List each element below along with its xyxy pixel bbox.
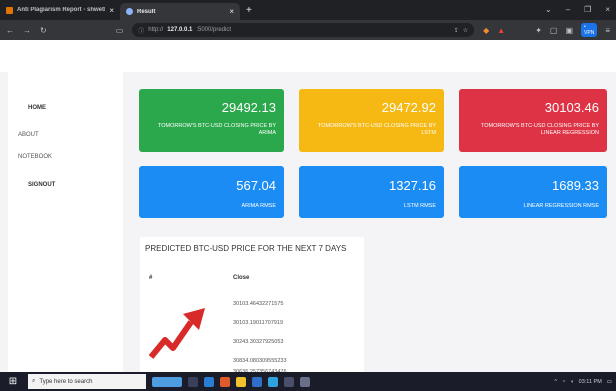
chevron-up-icon[interactable]: ^	[554, 379, 557, 385]
search-placeholder: Type here to search	[39, 378, 93, 385]
os-taskbar: ⊞ ⌕ Type here to search ^ ◔ ◖ 03:11 PM ▭	[0, 372, 616, 391]
clock[interactable]: 03:11 PM	[579, 379, 602, 385]
cortana-icon[interactable]	[152, 376, 182, 387]
menu-icon[interactable]: ≡	[605, 26, 610, 35]
card-caption: TOMORROW'S BTC-USD CLOSING PRICE BY ARIM…	[158, 123, 276, 136]
close-tab-icon[interactable]: ×	[109, 6, 114, 15]
volume-icon[interactable]: ◖	[570, 379, 573, 385]
app-icon[interactable]	[300, 376, 310, 387]
word-icon[interactable]	[204, 376, 214, 387]
linear-regression-rmse-card: 1689.33 LINEAR REGRESSION RMSE	[459, 166, 607, 218]
card-value: 567.04	[236, 178, 276, 193]
tab-favicon-icon	[6, 6, 13, 14]
card-caption: TOMORROW'S BTC-USD CLOSING PRICE BY LSTM	[318, 123, 436, 136]
lstm-price-card: 29472.92 TOMORROW'S BTC-USD CLOSING PRIC…	[299, 89, 444, 152]
rewards-icon[interactable]: ▲	[497, 26, 505, 35]
card-value: 1689.33	[552, 178, 599, 193]
lstm-rmse-card: 1327.16 LSTM RMSE	[299, 166, 444, 218]
edge-icon[interactable]	[268, 376, 278, 387]
vpn-button[interactable]: • VPN	[581, 23, 598, 37]
brave-shield-icon[interactable]: ◆	[483, 26, 489, 35]
column-header-index: #	[149, 275, 153, 281]
prediction-value: 30103.46432271575	[233, 301, 284, 307]
sidebar-icon[interactable]: ▢	[550, 26, 558, 35]
chevron-down-icon[interactable]: ⌄	[545, 5, 552, 14]
prediction-panel: PREDICTED BTC-USD PRICE FOR THE NEXT 7 D…	[140, 237, 364, 372]
back-icon[interactable]: ←	[6, 26, 14, 35]
card-value: 30103.46	[544, 100, 599, 115]
puzzle-icon[interactable]: ✦	[535, 26, 542, 35]
close-icon[interactable]: ×	[605, 5, 610, 14]
file-explorer-icon[interactable]	[236, 376, 246, 387]
url-path: :5000/predict	[196, 27, 232, 33]
share-icon[interactable]: ⇪	[454, 27, 459, 34]
card-caption: ARIMA RMSE	[241, 203, 276, 209]
sidebar-item-notebook[interactable]: NOTEBOOK	[18, 154, 52, 160]
page-header-blank	[0, 40, 616, 72]
wallet-icon[interactable]: ▣	[565, 26, 573, 35]
tab-favicon-icon	[126, 8, 133, 15]
tab-label: Result	[137, 8, 156, 15]
extensions-area: ◆ ▲ ✦ ▢ ▣ • VPN ≡	[483, 23, 610, 37]
tab-anti-plagiarism[interactable]: Anti Plagiarism Report - shwetharda ×	[0, 0, 120, 20]
prediction-value: 30243.30327925053	[233, 339, 284, 345]
reload-icon[interactable]: ↻	[40, 26, 47, 35]
store-icon[interactable]	[284, 376, 294, 387]
search-icon: ⌕	[32, 378, 36, 384]
column-header-close: Close	[233, 275, 250, 281]
taskbar-search[interactable]: ⌕ Type here to search	[28, 374, 146, 389]
prediction-value: 30103.19011707919	[233, 320, 284, 326]
brave-icon[interactable]	[220, 376, 230, 387]
url-prefix: http://	[148, 27, 164, 33]
chrome-icon[interactable]	[252, 376, 262, 387]
card-value: 29492.13	[221, 100, 276, 115]
dashboard: HOME ABOUT NOTEBOOK SIGNOUT 29492.13 TOM…	[0, 72, 616, 372]
card-value: 1327.16	[389, 178, 436, 193]
browser-tab-bar: Anti Plagiarism Report - shwetharda × Re…	[0, 0, 616, 20]
network-icon[interactable]: ◔	[562, 379, 565, 385]
forward-icon[interactable]: →	[23, 26, 31, 35]
info-icon: ⓘ	[138, 28, 145, 35]
arima-rmse-card: 567.04 ARIMA RMSE	[139, 166, 284, 218]
linear-regression-price-card: 30103.46 TOMORROW'S BTC-USD CLOSING PRIC…	[459, 89, 607, 152]
sidebar-item-signout[interactable]: SIGNOUT	[28, 182, 55, 188]
card-caption: LINEAR REGRESSION RMSE	[523, 203, 600, 209]
card-caption: LSTM RMSE	[403, 203, 436, 209]
bookmark-icon[interactable]: ▭	[116, 26, 124, 35]
window-controls: ⌄ – ❐ ×	[545, 5, 610, 14]
tab-result[interactable]: Result ×	[120, 3, 240, 20]
notification-icon[interactable]: ▭	[607, 379, 612, 385]
star-icon[interactable]: ☆	[463, 27, 468, 34]
close-tab-icon[interactable]: ×	[229, 7, 234, 16]
card-value: 29472.92	[381, 100, 436, 115]
sidebar: HOME ABOUT NOTEBOOK SIGNOUT	[8, 72, 123, 372]
prediction-title: PREDICTED BTC-USD PRICE FOR THE NEXT 7 D…	[145, 244, 347, 253]
system-tray: ^ ◔ ◖ 03:11 PM ▭	[554, 379, 612, 385]
url-host: 127.0.0.1	[167, 27, 193, 33]
tab-label: Anti Plagiarism Report - shwetharda	[17, 7, 105, 13]
prediction-value: 30834.080309555233	[233, 358, 287, 364]
address-bar[interactable]: ⓘ http://127.0.0.1:5000/predict ⇪ ☆	[132, 23, 475, 37]
sidebar-item-about[interactable]: ABOUT	[18, 132, 39, 138]
minimize-icon[interactable]: –	[566, 5, 570, 14]
new-tab-button[interactable]: +	[246, 5, 252, 16]
sidebar-item-home[interactable]: HOME	[28, 105, 46, 111]
card-caption: TOMORROW'S BTC-USD CLOSING PRICE BY LINE…	[481, 123, 599, 136]
maximize-icon[interactable]: ❐	[584, 5, 591, 14]
browser-toolbar: ← → ↻ ▭ ⓘ http://127.0.0.1:5000/predict …	[0, 20, 616, 40]
task-view-icon[interactable]	[188, 376, 198, 387]
windows-icon[interactable]: ⊞	[4, 376, 22, 387]
trend-arrow-icon	[148, 308, 205, 359]
arima-price-card: 29492.13 TOMORROW'S BTC-USD CLOSING PRIC…	[139, 89, 284, 152]
